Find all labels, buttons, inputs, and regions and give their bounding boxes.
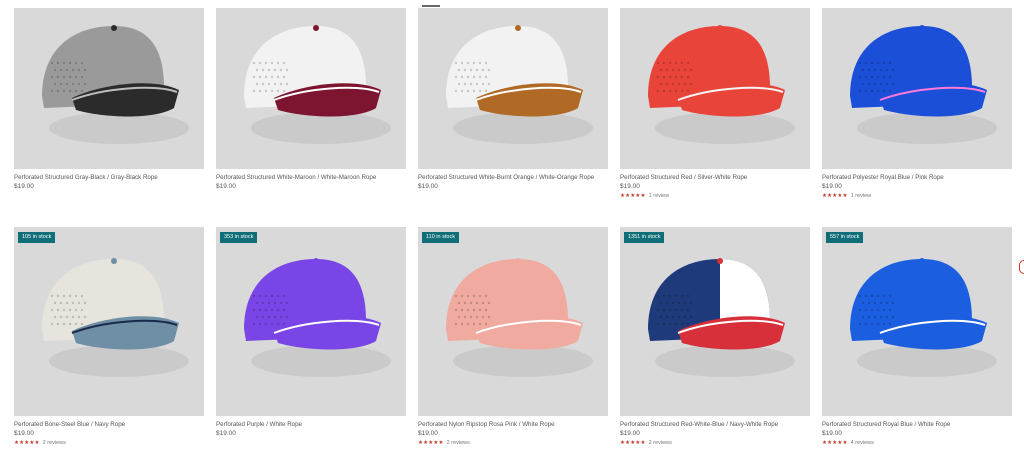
product-image[interactable]: [216, 8, 406, 169]
product-rating[interactable]: ★★★★★ 2 reviews: [418, 440, 608, 447]
cap-icon: [850, 258, 997, 377]
product-price: $19.00: [620, 183, 640, 190]
product-price: $19.00: [418, 183, 438, 190]
scroll-indicator: [422, 5, 440, 7]
product-price: $19.00: [216, 430, 236, 437]
product-rating[interactable]: ★★★★★ 1 review: [620, 193, 810, 200]
review-count[interactable]: 2 reviews: [43, 440, 66, 446]
product-card[interactable]: 557 in stock Perforated Structured Royal …: [822, 227, 1012, 447]
product-title[interactable]: Perforated Structured Red-White-Blue / N…: [620, 421, 810, 429]
stock-badge: 1351 in stock: [624, 232, 665, 243]
product-title[interactable]: Perforated Nylon Ripstop Rosa Pink / Whi…: [418, 421, 608, 429]
star-rating-icon: ★★★★★: [14, 440, 40, 446]
product-title[interactable]: Perforated Structured Gray-Black / Gray-…: [14, 174, 204, 182]
product-image[interactable]: [822, 8, 1012, 169]
product-title[interactable]: Perforated Polyester Royal Blue / Pink R…: [822, 174, 1012, 182]
product-title[interactable]: Perforated Structured Red / Silver-White…: [620, 174, 810, 182]
review-count[interactable]: 1 review: [851, 193, 871, 199]
top-bar: [0, 0, 1024, 8]
stock-badge: 557 in stock: [826, 232, 864, 243]
product-rating[interactable]: ★★★★★ 1 review: [822, 193, 1012, 200]
product-price: $19.00: [418, 430, 438, 437]
review-count[interactable]: 4 reviews: [851, 440, 874, 446]
product-rating[interactable]: ★★★★★ 4 reviews: [822, 440, 1012, 447]
product-price: $19.00: [14, 183, 34, 190]
review-count[interactable]: 2 reviews: [649, 440, 672, 446]
product-title[interactable]: Perforated Purple / White Rope: [216, 421, 406, 429]
star-rating-icon: ★★★★★: [822, 440, 848, 446]
product-card[interactable]: Perforated Structured Red / Silver-White…: [620, 8, 810, 200]
product-card[interactable]: 353 in stock Perforated Purple / White Ro…: [216, 227, 406, 438]
product-title[interactable]: Perforated Structured White-Maroon / Whi…: [216, 174, 406, 182]
star-rating-icon: ★★★★★: [620, 440, 646, 446]
review-count[interactable]: 2 reviews: [447, 440, 470, 446]
product-price: $19.00: [620, 430, 640, 437]
stock-badge: 105 in stock: [18, 232, 56, 243]
product-card[interactable]: 1351 in stock Perforated Structured Red-W…: [620, 227, 810, 447]
cap-icon: [648, 258, 795, 377]
cap-icon: [244, 25, 391, 144]
star-rating-icon: ★★★★★: [418, 440, 444, 446]
cap-icon: [446, 258, 593, 377]
stock-badge: 110 in stock: [422, 232, 459, 243]
product-title[interactable]: Perforated Structured White-Burnt Orange…: [418, 174, 608, 182]
cap-icon: [244, 258, 391, 377]
product-price: $19.00: [822, 430, 842, 437]
product-card[interactable]: 105 in stock Perforated Bone-Steel Blue /…: [14, 227, 204, 447]
product-title[interactable]: Perforated Structured Royal Blue / White…: [822, 421, 1012, 429]
product-card[interactable]: Perforated Polyester Royal Blue / Pink R…: [822, 8, 1012, 200]
product-image[interactable]: [620, 8, 810, 169]
product-image[interactable]: [14, 8, 204, 169]
stock-badge: 353 in stock: [220, 232, 258, 243]
product-card[interactable]: 110 in stock Perforated Nylon Ripstop Ros…: [418, 227, 608, 447]
product-image[interactable]: 353 in stock: [216, 227, 406, 416]
star-rating-icon: ★★★★★: [620, 193, 646, 199]
product-price: $19.00: [216, 183, 236, 190]
product-card[interactable]: Perforated Structured Gray-Black / Gray-…: [14, 8, 204, 191]
product-image[interactable]: 1351 in stock: [620, 227, 810, 416]
product-rating[interactable]: ★★★★★ 2 reviews: [14, 440, 204, 447]
product-image[interactable]: 105 in stock: [14, 227, 204, 416]
chat-tab-hint[interactable]: [1019, 260, 1024, 274]
product-image[interactable]: 557 in stock: [822, 227, 1012, 416]
cap-icon: [850, 25, 997, 144]
product-image[interactable]: [418, 8, 608, 169]
product-card[interactable]: Perforated Structured White-Maroon / Whi…: [216, 8, 406, 191]
cap-icon: [42, 25, 189, 144]
product-price: $19.00: [14, 430, 34, 437]
star-rating-icon: ★★★★★: [822, 193, 848, 199]
product-rating[interactable]: ★★★★★ 2 reviews: [620, 440, 810, 447]
cap-icon: [446, 25, 593, 144]
product-price: $19.00: [822, 183, 842, 190]
review-count[interactable]: 1 review: [649, 193, 669, 199]
product-image[interactable]: 110 in stock: [418, 227, 608, 416]
product-title[interactable]: Perforated Bone-Steel Blue / Navy Rope: [14, 421, 204, 429]
product-card[interactable]: Perforated Structured White-Burnt Orange…: [418, 8, 608, 191]
cap-icon: [648, 25, 795, 144]
cap-icon: [42, 258, 189, 377]
